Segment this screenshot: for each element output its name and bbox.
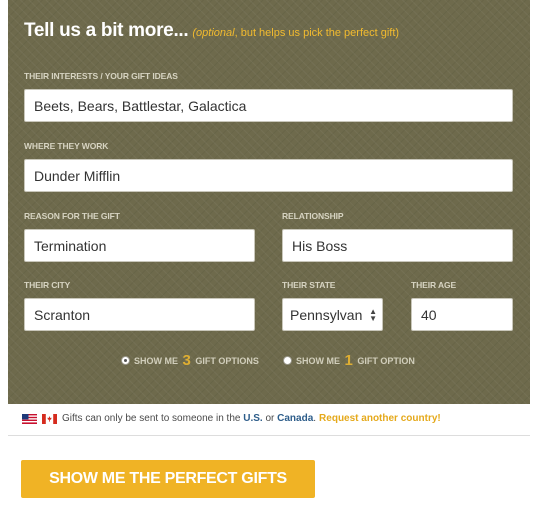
show-perfect-gifts-button[interactable]: SHOW ME THE PERFECT GIFTS bbox=[21, 460, 315, 498]
state-select-value: Pennsylvan bbox=[290, 306, 363, 323]
age-label: THEIR AGE bbox=[411, 280, 457, 290]
shipping-text-or: or bbox=[265, 413, 275, 424]
shipping-text-before: Gifts can only be sent to someone in the bbox=[62, 413, 241, 424]
subtitle-rest: , but helps us pick the perfect gift) bbox=[234, 27, 400, 39]
request-country-link[interactable]: Request another country! bbox=[319, 413, 441, 424]
work-label: WHERE THEY WORK bbox=[24, 141, 109, 151]
select-arrows-icon: ▲ ▼ bbox=[369, 307, 377, 323]
canada-flag-icon bbox=[42, 413, 57, 424]
form-subtitle: (optional, but helps us pick the perfect… bbox=[192, 27, 399, 39]
reason-label: REASON FOR THE GIFT bbox=[24, 211, 120, 221]
city-input[interactable]: Scranton bbox=[24, 298, 255, 331]
age-input[interactable]: 40 bbox=[411, 298, 513, 331]
country-canada: Canada bbox=[277, 413, 314, 424]
subtitle-optional: (optional bbox=[192, 27, 235, 39]
us-flag-icon bbox=[22, 413, 37, 424]
interests-input[interactable]: Beets, Bears, Battlestar, Galactica bbox=[24, 89, 513, 122]
radio-button-selected[interactable] bbox=[121, 356, 130, 365]
gift-details-panel: Tell us a bit more... (optional, but help… bbox=[8, 0, 530, 404]
shipping-notice: Gifts can only be sent to someone in the… bbox=[22, 413, 441, 424]
radio-option-1-label: SHOW ME 1 GIFT OPTION bbox=[296, 352, 415, 369]
radio-option-3-label: SHOW ME 3 GIFT OPTIONS bbox=[134, 352, 259, 369]
city-label: THEIR CITY bbox=[24, 280, 71, 290]
reason-input[interactable]: Termination bbox=[24, 229, 255, 262]
radio-option-1-gift[interactable]: SHOW ME 1 GIFT OPTION bbox=[283, 352, 415, 369]
shipping-period: . bbox=[313, 413, 317, 424]
radio-option-3-gifts[interactable]: SHOW ME 3 GIFT OPTIONS bbox=[121, 352, 259, 369]
divider bbox=[8, 435, 530, 436]
work-input[interactable]: Dunder Mifflin bbox=[24, 159, 513, 192]
country-us: U.S. bbox=[243, 413, 263, 424]
form-title-text: Tell us a bit more... bbox=[24, 20, 189, 41]
state-select[interactable]: Pennsylvan ▲ ▼ bbox=[282, 298, 383, 331]
form-title: Tell us a bit more... (optional, but help… bbox=[24, 20, 399, 42]
relationship-input[interactable]: His Boss bbox=[282, 229, 513, 262]
state-label: THEIR STATE bbox=[282, 280, 336, 290]
interests-label: THEIR INTERESTS / YOUR GIFT IDEAS bbox=[24, 71, 178, 81]
radio-button-unselected[interactable] bbox=[283, 356, 292, 365]
relationship-label: RELATIONSHIP bbox=[282, 211, 344, 221]
